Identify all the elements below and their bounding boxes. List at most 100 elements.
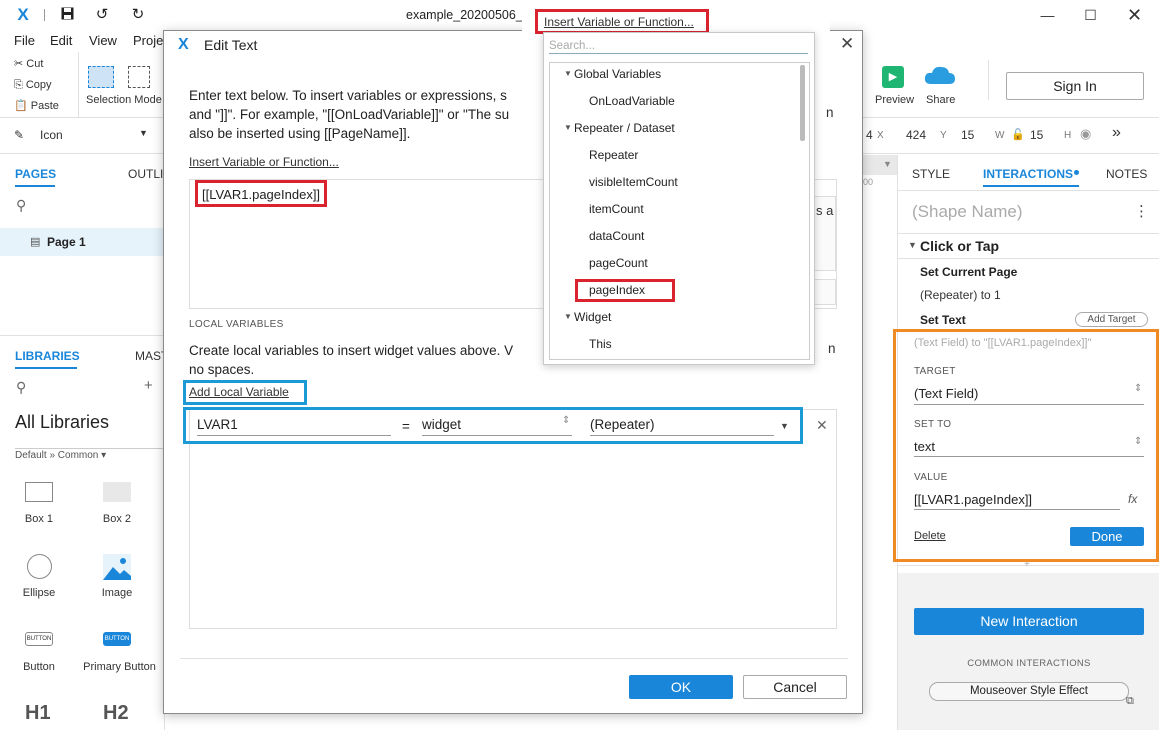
separator [988,60,989,100]
x-field[interactable]: 4 [866,128,873,142]
local-variables-desc-2: no spaces. [189,362,255,377]
close-window-button[interactable]: ✕ [1112,0,1157,30]
search-icon[interactable]: ⚲ [16,379,26,396]
tree-item-this[interactable]: This [589,337,612,351]
menu-edit[interactable]: Edit [50,33,72,48]
redo-icon[interactable]: ↻ [129,6,147,24]
new-interaction-button[interactable]: New Interaction [914,608,1144,635]
box1-widget-icon[interactable] [25,482,53,502]
insert-variable-link[interactable]: Insert Variable or Function... [189,155,339,169]
more-options-icon[interactable]: ⋮ [1134,202,1149,220]
divider [180,658,848,659]
cloud-share-icon[interactable] [924,64,956,86]
ok-button[interactable]: OK [629,675,733,699]
image-widget-icon[interactable] [103,554,131,580]
heading1-widget[interactable]: H1 [25,702,51,725]
common-interactions-label: COMMON INTERACTIONS [967,658,1091,669]
cut-button[interactable]: ✂ Cut [14,57,43,70]
library-title[interactable]: All Libraries [15,412,109,433]
cancel-button[interactable]: Cancel [743,675,847,699]
insert-variable-popup: Search... ▼ Global Variables OnLoadVaria… [543,32,815,365]
mouseover-style-effect-button[interactable]: Mouseover Style Effect [929,682,1129,701]
minimize-button[interactable]: — [1025,0,1070,30]
maximize-button[interactable]: ☐ [1068,0,1113,30]
tab-underline [15,367,77,369]
widget-type-select[interactable]: Icon [40,128,63,142]
sign-in-button[interactable]: Sign In [1006,72,1144,100]
dialog-logo-icon: X [178,36,189,53]
tree-item-datacount[interactable]: dataCount [589,229,644,243]
tab-libraries[interactable]: LIBRARIES [15,349,80,363]
add-target-button[interactable]: Add Target [1075,312,1148,327]
dialog-close-icon[interactable]: ✕ [840,34,854,54]
divider [898,233,1159,234]
visibility-eye-icon[interactable]: ◉ [1080,126,1091,142]
save-icon[interactable] [58,6,76,24]
remove-variable-close-icon[interactable]: ✕ [816,417,828,434]
add-library-icon[interactable]: + [144,377,153,394]
undo-icon[interactable]: ↺ [93,6,111,24]
tree-item-visibleitemcount[interactable]: visibleItemCount [589,175,678,189]
tab-interactions[interactable]: INTERACTIONS [983,167,1073,181]
ruler-marker: 00 [863,177,874,187]
menu-file[interactable]: File [14,33,35,48]
double-chevron-right-icon[interactable]: » [1112,124,1121,142]
tree-item-itemcount[interactable]: itemCount [589,202,644,216]
action-set-current-page[interactable]: Set Current Page [920,265,1017,279]
left-panel: PAGES OUTLI ⚲ ▤ Page 1 LIBRARIES MAST ⚲ … [0,155,168,730]
connect-mode-icon[interactable] [128,66,150,88]
y-field[interactable]: 424 [906,128,926,142]
caret-down-icon[interactable]: ▼ [908,240,917,250]
lock-icon[interactable]: 🔓 [1011,128,1025,141]
tree-item-pagecount[interactable]: pageCount [589,256,648,270]
event-title[interactable]: Click or Tap [920,238,999,254]
library-item-button: Button [23,661,55,673]
new-interaction-area [898,573,1159,730]
tree-group-widget[interactable]: Widget [574,310,611,324]
copy-icon: ⎘ [14,79,26,91]
popup-scrollbar[interactable] [800,65,805,141]
heading2-widget[interactable]: H2 [103,702,129,725]
page-item-row[interactable]: ▤ Page 1 [0,228,165,256]
tab-notes[interactable]: NOTES [1106,167,1147,181]
local-variables-heading: LOCAL VARIABLES [189,319,284,330]
paste-button[interactable]: 📋 Paste [14,99,59,112]
search-icon[interactable]: ⚲ [16,197,26,214]
selection-mode-icon[interactable] [88,66,114,88]
h-field[interactable]: 15 [1030,128,1043,142]
caret-down-icon[interactable]: ▼ [564,123,572,132]
chevron-down-icon[interactable]: ▼ [139,128,148,138]
tree-group-repeater-dataset[interactable]: Repeater / Dataset [574,121,675,135]
ellipse-widget-icon[interactable] [27,554,52,579]
tab-underline [983,185,1079,187]
w-field[interactable]: 15 [961,128,974,142]
interactions-dot-badge [1074,170,1079,175]
popup-search-input[interactable]: Search... [549,40,595,52]
x-label: X [877,130,884,141]
tab-outline[interactable]: OUTLI [128,167,163,181]
menu-view[interactable]: View [89,33,117,48]
tree-item-repeater[interactable]: Repeater [589,148,638,162]
preview-play-icon[interactable]: ▶ [882,66,904,88]
tab-pages[interactable]: PAGES [15,167,56,181]
widget-type-icon: ✎ [14,128,25,142]
resize-icon[interactable]: ⧉ [1126,695,1134,708]
h-label: H [1064,130,1072,141]
copy-button[interactable]: ⎘ Copy [14,79,52,92]
chevron-down-icon[interactable]: ▼ [883,159,892,169]
box2-widget-icon[interactable] [103,482,131,502]
menu-project[interactable]: Proje [133,33,163,48]
caret-down-icon[interactable]: ▼ [564,69,572,78]
primary-button-widget-icon[interactable]: BUTTON [103,632,131,646]
tab-style[interactable]: STYLE [912,167,950,181]
tree-item-onloadvariable[interactable]: OnLoadVariable [589,94,675,108]
preview-label: Preview [875,94,915,106]
dialog-instructions-1: Enter text below. To insert variables or… [189,88,507,103]
button-widget-icon[interactable]: BUTTON [25,632,53,646]
tree-group-global-variables[interactable]: Global Variables [574,67,661,81]
action-set-text[interactable]: Set Text [920,313,966,327]
action-detail: (Repeater) to 1 [920,288,1001,302]
caret-down-icon[interactable]: ▼ [564,312,572,321]
library-subtitle[interactable]: Default » Common ▾ [15,450,106,461]
shape-name-input[interactable]: (Shape Name) [912,202,1023,222]
